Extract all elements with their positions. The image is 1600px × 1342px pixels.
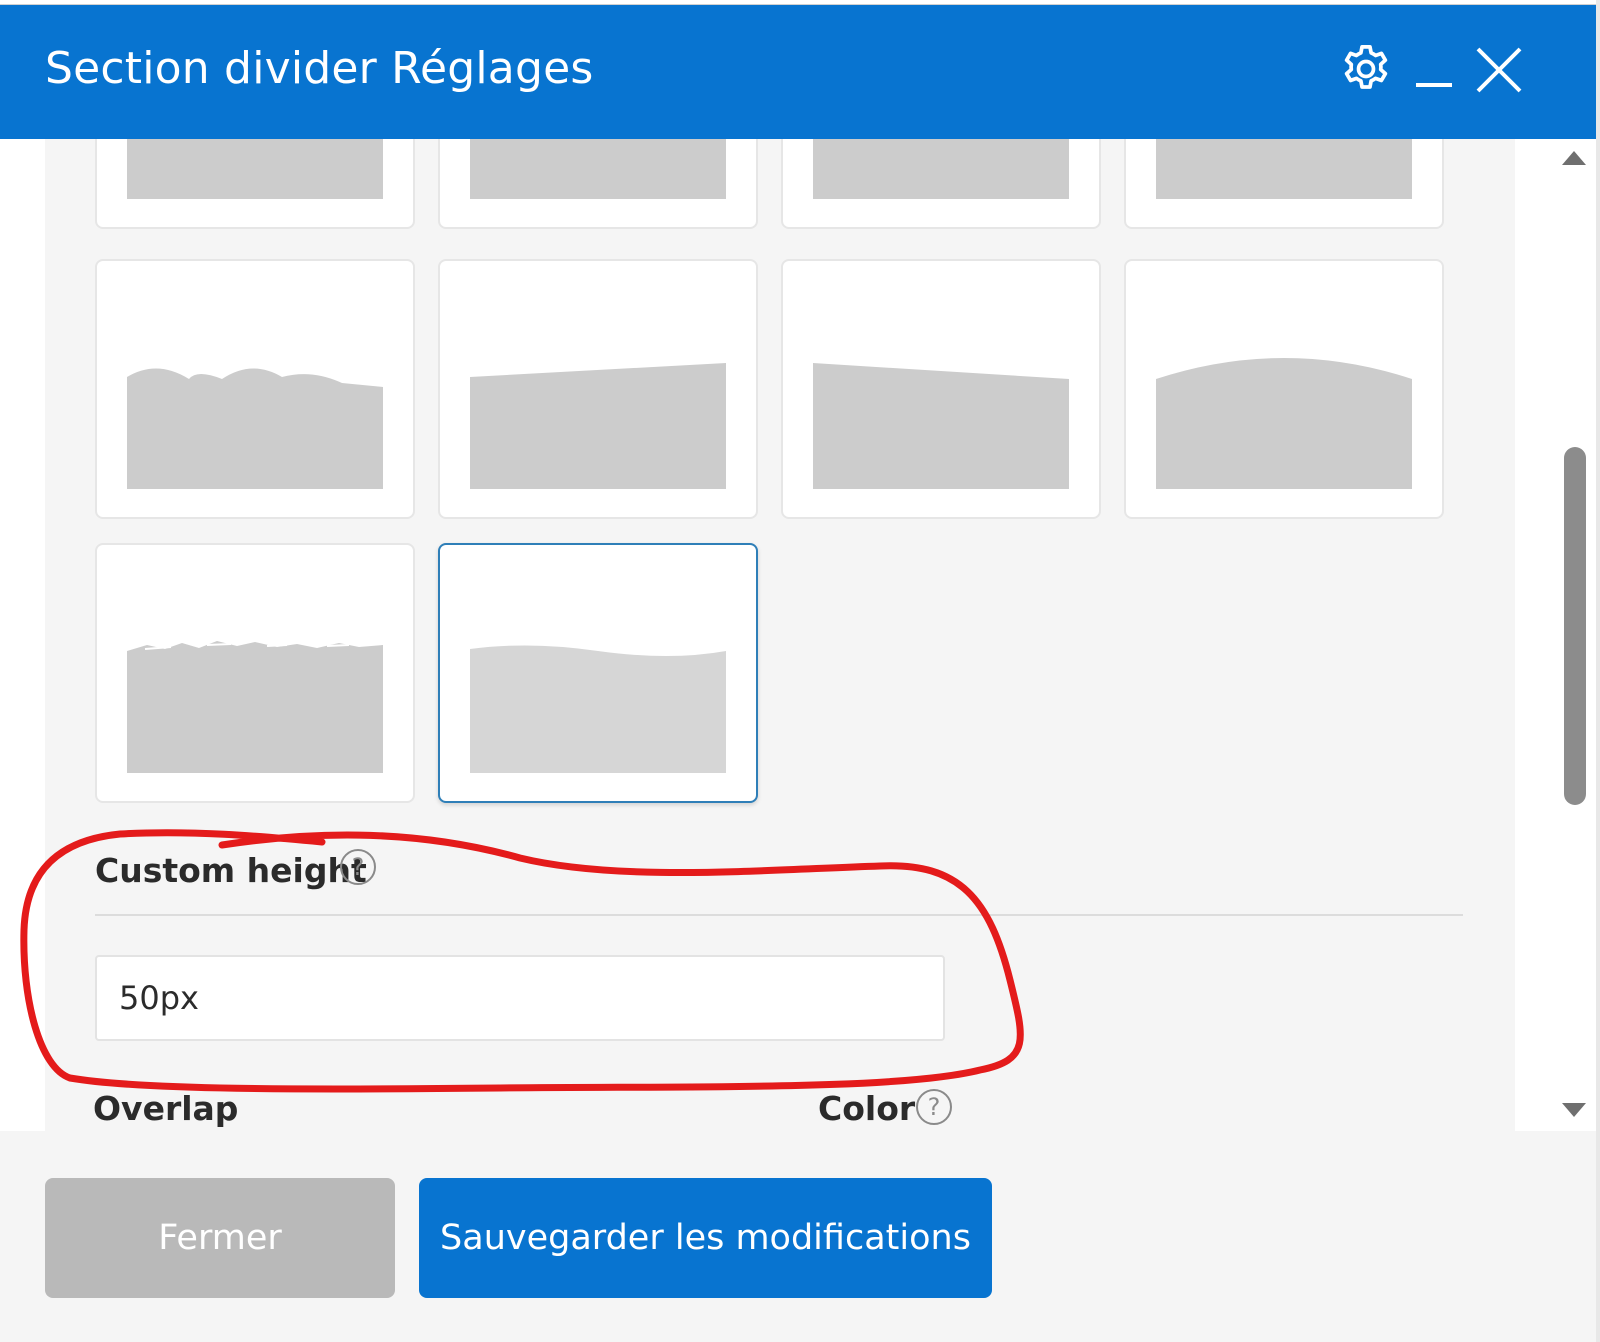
divider-option-wave[interactable] [438,543,758,803]
overlap-label: Overlap [93,1089,239,1128]
gear-icon[interactable] [1338,41,1394,97]
divider-option-flat[interactable] [438,139,758,229]
custom-height-label: Custom height [95,851,367,890]
custom-height-input[interactable] [95,955,945,1041]
save-changes-button[interactable]: Sauvegarder les modifications [419,1178,992,1298]
help-icon[interactable]: ? [916,1089,952,1125]
minimize-icon[interactable] [1414,59,1454,93]
scroll-thumb[interactable] [1564,447,1586,805]
color-label: Color [818,1089,916,1128]
dialog-footer: Fermer Sauvegarder les modifications [0,1131,1596,1342]
divider-option-flat[interactable] [1124,139,1444,229]
divider-option-arc[interactable] [1124,259,1444,519]
close-button[interactable]: Fermer [45,1178,395,1298]
scroll-up-arrow-icon[interactable] [1562,151,1586,165]
section-divider-line [95,914,1463,916]
scroll-down-arrow-icon[interactable] [1562,1103,1586,1117]
dialog-title-bar: Section divider Réglages [0,5,1596,139]
vertical-scrollbar[interactable] [1554,139,1596,1131]
divider-option-brush-stroke[interactable] [95,543,415,803]
divider-option-slope-down[interactable] [781,259,1101,519]
close-icon[interactable] [1474,45,1524,95]
dialog-body: Custom height ? Overlap Color ? [0,139,1596,1131]
window-right-edge [1596,0,1600,1342]
divider-option-clouds[interactable] [95,259,415,519]
help-icon[interactable]: ? [340,849,376,885]
divider-option-slope-up[interactable] [438,259,758,519]
divider-option-flat[interactable] [781,139,1101,229]
divider-option-flat[interactable] [95,139,415,229]
dialog-title: Section divider Réglages [45,43,594,94]
